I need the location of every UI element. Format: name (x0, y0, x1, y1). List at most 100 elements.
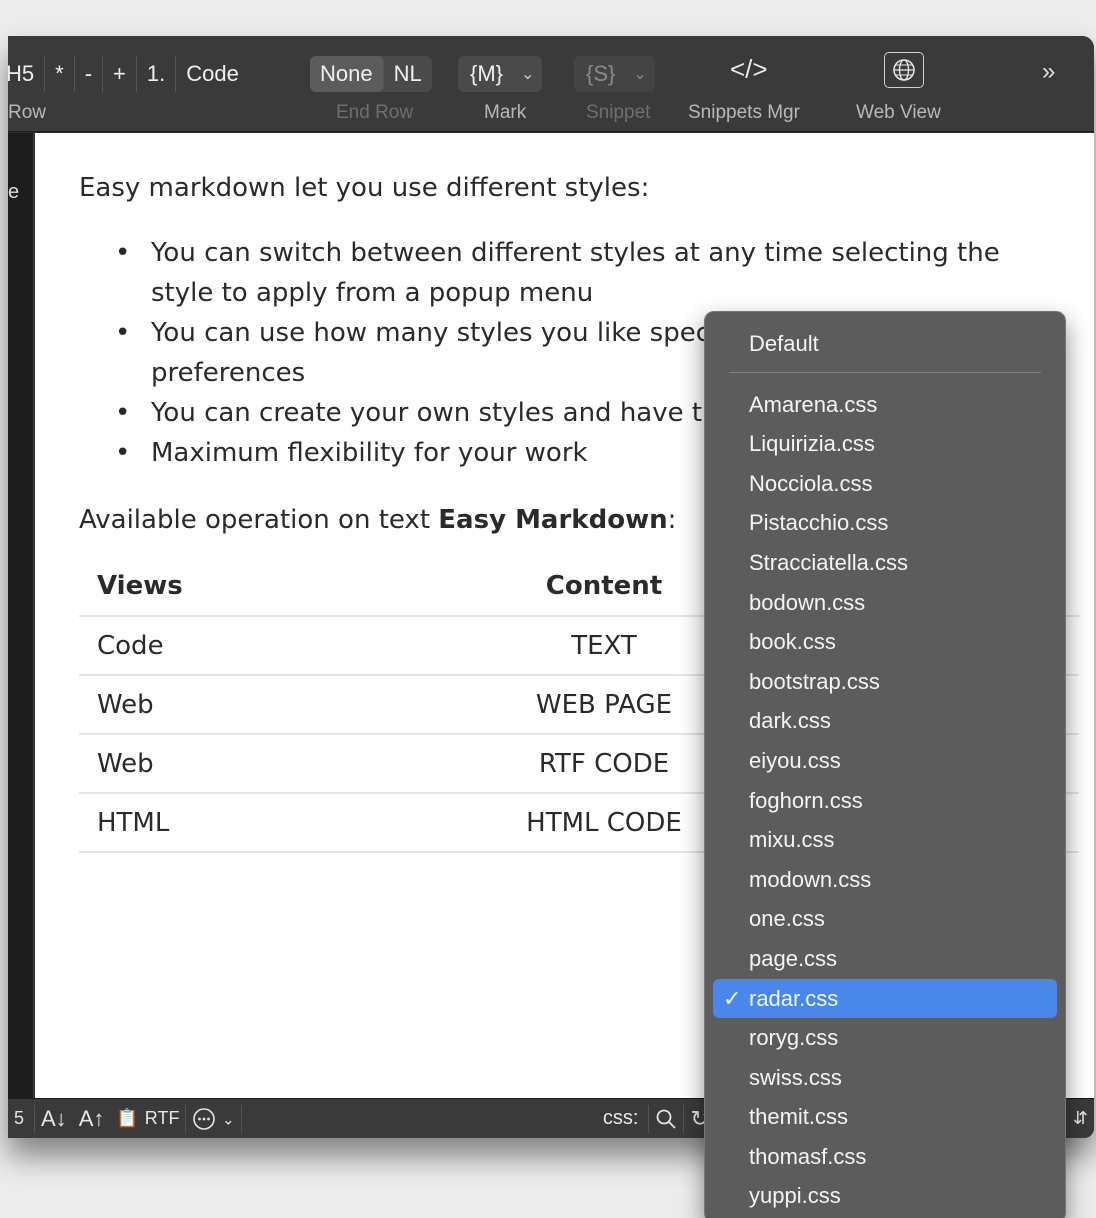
menu-item-label: Nocciola.css (749, 470, 873, 496)
operation-suffix: : (667, 505, 677, 535)
menu-item[interactable]: swiss.css (705, 1058, 1065, 1098)
menu-item-label: bodown.css (749, 589, 866, 615)
menu-item-label: eiyou.css (749, 747, 841, 773)
snippet-label: Snippet (586, 102, 651, 123)
left-sidebar-edge: e (8, 133, 34, 1098)
clipboard-icon[interactable]: 📋 (110, 1108, 144, 1129)
table-cell: Web (79, 734, 309, 794)
search-css-button[interactable] (649, 1107, 683, 1130)
menu-item[interactable]: roryg.css (705, 1018, 1065, 1058)
menu-item[interactable]: foghorn.css (705, 781, 1065, 821)
table-cell: HTML (79, 793, 309, 853)
menu-item[interactable]: Amarena.css (705, 385, 1065, 425)
menu-item[interactable]: bodown.css (705, 583, 1065, 623)
menu-separator (729, 371, 1041, 373)
menu-item-label: Liquirizia.css (749, 431, 875, 457)
rtf-button[interactable]: RTF (145, 1108, 186, 1129)
menu-item-label: roryg.css (749, 1025, 839, 1051)
menu-item-label: bootstrap.css (749, 668, 880, 694)
toolbar: H5 * - + 1. Code Row None NL End Row {M}… (8, 36, 1094, 132)
menu-item-label: radar.css (749, 985, 839, 1011)
menu-item-label: modown.css (749, 866, 872, 892)
bullet-button[interactable]: - (75, 56, 104, 92)
checkmark-icon: ✓ (723, 985, 742, 1011)
list-item: You can switch between different styles … (107, 233, 1039, 313)
menu-item[interactable]: dark.css (705, 701, 1065, 741)
list-item-continuation: preferences (151, 358, 306, 388)
menu-item[interactable]: modown.css (705, 860, 1065, 900)
intro-paragraph: Easy markdown let you use different styl… (79, 173, 650, 203)
menu-item-label: dark.css (749, 708, 831, 734)
menu-item-label: page.css (749, 945, 838, 971)
menu-items: Amarena.css Liquirizia.css Nocciola.css Pis… (705, 385, 1065, 1216)
menu-item[interactable]: Stracciatella.css (705, 543, 1065, 583)
mark-label: Mark (484, 102, 527, 123)
mark-dropdown[interactable]: {M} ⌄ (458, 56, 543, 92)
menu-item[interactable]: page.css (705, 939, 1065, 979)
format-segments: H5 * - + 1. Code (8, 56, 249, 92)
toolbar-overflow-icon[interactable]: » (1042, 58, 1055, 86)
options-menu-button[interactable]: ⌄ (186, 1107, 240, 1131)
menu-item[interactable]: bootstrap.css (705, 662, 1065, 702)
menu-item-label: foghorn.css (749, 787, 863, 813)
stepper-icon[interactable]: ⇵ (1067, 1108, 1094, 1129)
snippets-mgr-label: Snippets Mgr (688, 102, 800, 123)
menu-item[interactable]: ✓ radar.css (713, 978, 1057, 1019)
search-icon (657, 1109, 677, 1129)
end-row-none-option[interactable]: None (310, 56, 384, 92)
menu-item-label: swiss.css (749, 1064, 842, 1090)
menu-item-label: themit.css (749, 1104, 849, 1130)
menu-item[interactable]: eiyou.css (705, 741, 1065, 781)
globe-icon (893, 59, 915, 81)
menu-item-label: thomasf.css (749, 1143, 867, 1169)
menu-item-label: mixu.css (749, 827, 835, 853)
menu-item[interactable]: Nocciola.css (705, 464, 1065, 504)
menu-item[interactable]: book.css (705, 622, 1065, 662)
numbered-list-button[interactable]: 1. (137, 56, 177, 92)
menu-item-label: Stracciatella.css (749, 549, 908, 575)
ellipsis-circle-icon (193, 1107, 216, 1130)
menu-item[interactable]: yuppi.css (705, 1176, 1065, 1216)
snippet-value: {S} (586, 61, 616, 86)
chevron-down-icon: ⌄ (633, 66, 647, 83)
operation-bold: Easy Markdown (438, 505, 668, 535)
left-strip-char: e (8, 181, 20, 203)
menu-item[interactable]: themit.css (705, 1097, 1065, 1137)
sort-ascending-button[interactable]: A↑ (73, 1106, 111, 1132)
snippet-dropdown[interactable]: {S} ⌄ (574, 56, 655, 92)
end-row-control: None NL (310, 56, 432, 92)
table-cell: Web (79, 675, 309, 735)
web-view-button[interactable] (884, 52, 924, 88)
divider (240, 1104, 242, 1133)
plus-list-button[interactable]: + (103, 56, 137, 92)
end-row-nl-option[interactable]: NL (384, 56, 432, 92)
table-header: Views (79, 557, 309, 617)
menu-item-label: one.css (749, 906, 825, 932)
sort-descending-button[interactable]: A↓ (35, 1106, 73, 1132)
web-view-label: Web View (856, 102, 941, 123)
bold-button[interactable]: * (45, 56, 75, 92)
css-style-popup-menu: Default Amarena.css Liquirizia.css Nocciol… (704, 311, 1066, 1218)
menu-item-label: Pistacchio.css (749, 510, 889, 536)
menu-item-default[interactable]: Default (705, 324, 1065, 364)
menu-item[interactable]: thomasf.css (705, 1137, 1065, 1177)
list-item-text: You can use how many styles you like spe… (151, 318, 711, 348)
menu-item[interactable]: Pistacchio.css (705, 503, 1065, 543)
chevron-down-icon: ⌄ (521, 66, 535, 83)
menu-item[interactable]: Liquirizia.css (705, 424, 1065, 464)
css-label: css: (602, 1107, 639, 1129)
end-row-label: End Row (336, 102, 414, 123)
menu-item[interactable]: mixu.css (705, 820, 1065, 860)
code-button[interactable]: Code (176, 56, 249, 92)
h5-button[interactable]: H5 (8, 56, 46, 92)
menu-item-label: yuppi.css (749, 1183, 841, 1209)
table-cell: Code (79, 616, 309, 676)
menu-item-label: book.css (749, 629, 836, 655)
menu-item-label: Amarena.css (749, 391, 878, 417)
chevron-down-icon: ⌄ (222, 1110, 235, 1128)
operation-prefix: Available operation on text (79, 505, 439, 535)
code-brackets-icon[interactable]: </> (730, 54, 768, 85)
line-number: 5 (14, 1108, 25, 1128)
menu-item[interactable]: one.css (705, 899, 1065, 939)
mark-value: {M} (470, 61, 504, 86)
